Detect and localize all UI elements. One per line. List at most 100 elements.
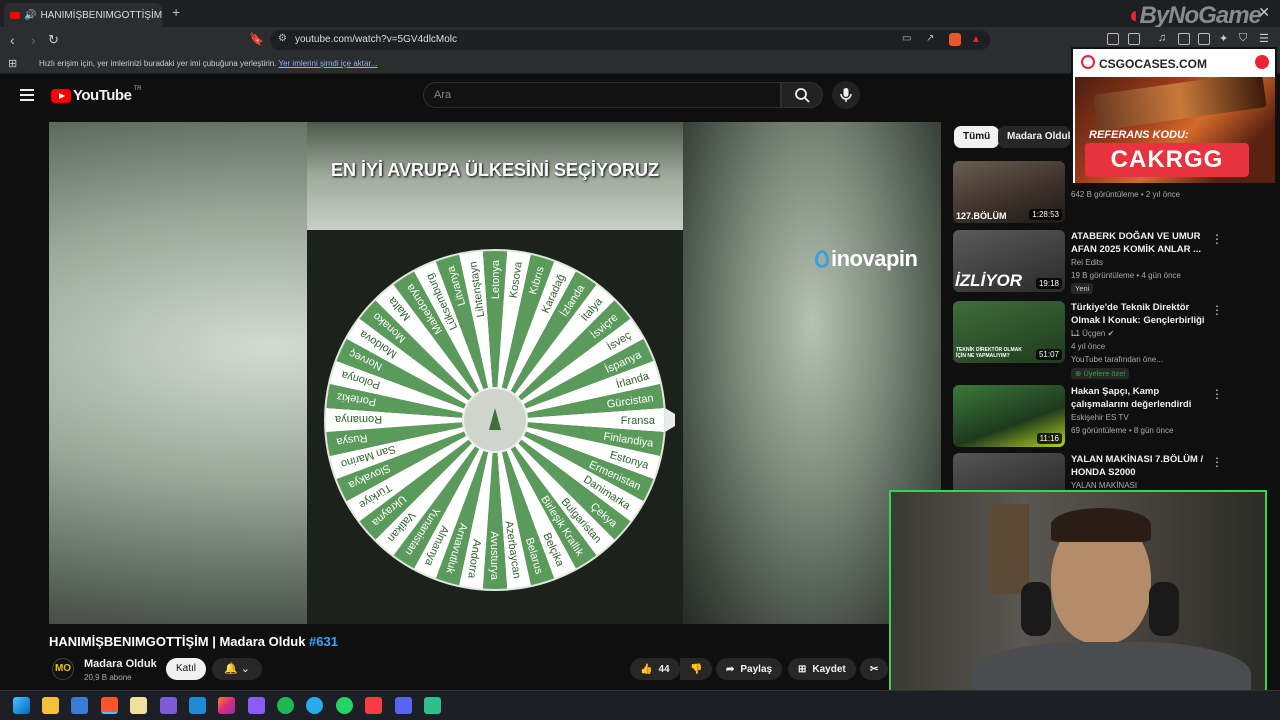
share-page-icon[interactable]: ↗ (926, 33, 934, 44)
menu-icon[interactable]: ☰ (1259, 32, 1269, 45)
rec-channel[interactable]: L1 Üçgen ✔ (1071, 329, 1114, 338)
rec-thumbnail[interactable]: İZLİYOR 19:18 (953, 230, 1065, 292)
wheel-label: Romanya (334, 413, 382, 425)
like-button[interactable]: 👍 44 (630, 658, 680, 680)
chat-app-icon[interactable] (424, 697, 441, 714)
rec-thumbnail[interactable]: 11:16 (953, 385, 1065, 447)
rec-thumbnail[interactable]: 127.BÖLÜM 1:28:53 (953, 161, 1065, 223)
chip-all[interactable]: Tümü (954, 126, 1000, 148)
video-player[interactable]: EN İYİ AVRUPA ÜLKESİNİ SEÇİYORUZ Fransa F… (49, 122, 941, 624)
video-overlay-title: EN İYİ AVRUPA ÜLKESİNİ SEÇİYORUZ (330, 160, 660, 180)
brave-browser-icon[interactable] (101, 697, 118, 714)
rec-thumbnail[interactable]: TEKNİK DİREKTÖR OLMAK İÇİN NE YAPMALIYIM… (953, 301, 1065, 363)
dislike-button[interactable]: 👎 (680, 658, 712, 680)
subscriber-count: 20,9 B abone (84, 673, 132, 682)
visual-studio-icon[interactable] (160, 697, 177, 714)
url-field[interactable]: ⚙ youtube.com/watch?v=5GV4dlcMolc ▭ ↗ ▲ (270, 30, 990, 50)
extensions-icon[interactable] (1107, 33, 1119, 45)
more-options-icon[interactable]: ⋮ (1211, 303, 1223, 317)
sidebar-toggle-icon[interactable] (1178, 33, 1190, 45)
reload-icon[interactable]: ↻ (48, 32, 59, 48)
hamburger-menu-icon[interactable] (20, 89, 34, 101)
channel-name[interactable]: Madara Olduk (84, 658, 157, 670)
window-close-button[interactable]: ✕ (1258, 4, 1270, 21)
forward-icon[interactable]: › (31, 32, 36, 48)
join-button[interactable]: Katıl (166, 658, 206, 680)
video-hashtag[interactable]: #631 (309, 634, 338, 649)
ad-referral-code: CAKRGG (1085, 143, 1249, 177)
telegram-icon[interactable] (306, 697, 323, 714)
clip-button[interactable]: ✂ (860, 658, 888, 680)
apps-grid-icon[interactable]: ⊞ (8, 57, 17, 70)
import-bookmarks-link[interactable]: Yer imlerini şimdi içe aktar... (278, 59, 377, 68)
new-badge: Yeni (1071, 283, 1094, 294)
leo-ai-icon[interactable]: ✦ (1219, 32, 1228, 45)
pen-app-icon[interactable] (248, 697, 265, 714)
ad-brand: CSGOCASES.COM (1099, 57, 1208, 71)
more-options-icon[interactable]: ⋮ (1211, 232, 1223, 246)
rec-channel[interactable]: YALAN MAKİNASI (1071, 481, 1137, 490)
wheel-label: Letonya (490, 259, 502, 299)
webcam-person-hair (1051, 508, 1151, 542)
youtube-logo[interactable]: YouTube TR (51, 86, 141, 104)
search-button[interactable] (781, 82, 823, 108)
back-icon[interactable]: ‹ (10, 32, 15, 48)
save-playlist-icon: ⊞ (798, 663, 807, 675)
vpn-icon[interactable] (1198, 33, 1210, 45)
rec-duration: 51:07 (1035, 349, 1062, 360)
ad-weapon-art (1093, 77, 1267, 131)
spotify-icon[interactable] (277, 697, 294, 714)
scissors-icon: ✂ (870, 663, 879, 675)
rec-title[interactable]: ATABERK DOĞAN VE UMUR AFAN 2025 KOMİK AN… (1071, 230, 1211, 256)
shield-icon[interactable]: ⛉ (1239, 32, 1247, 45)
rec-thumb-caption: 127.BÖLÜM (956, 211, 1007, 221)
recommendation-4[interactable]: 11:16 Hakan Şapçı, Kamp çalışmalarını de… (953, 385, 1278, 447)
rec-duration: 1:28:53 (1029, 209, 1062, 220)
recommendation-2[interactable]: İZLİYOR 19:18 ATABERK DOĞAN VE UMUR AFAN… (953, 230, 1278, 294)
share-button[interactable]: ➦ Paylaş (716, 658, 783, 680)
discord-icon[interactable] (395, 697, 412, 714)
browser-tab-active[interactable]: 🔊 HANIMİŞBENIMGOTTİŞİM | M ✕ (4, 3, 162, 27)
apple-music-icon[interactable] (365, 697, 382, 714)
rec-title[interactable]: Hakan Şapçı, Kamp çalışmalarını değerlen… (1071, 385, 1211, 411)
rec-channel[interactable]: Rei Edits (1071, 258, 1103, 267)
ad-code-label: REFERANS KODU: (1089, 129, 1189, 141)
like-count: 44 (658, 663, 670, 675)
rec-channel[interactable]: Eskişehir ES TV (1071, 413, 1129, 422)
more-options-icon[interactable]: ⋮ (1211, 455, 1223, 469)
save-button[interactable]: ⊞ Kaydet (788, 658, 856, 680)
paint-icon[interactable] (130, 697, 147, 714)
rec-meta-2: YouTube tarafından öne... (1071, 355, 1163, 364)
file-explorer-icon[interactable] (42, 697, 59, 714)
site-info-icon[interactable]: ⚙ (278, 33, 287, 44)
instagram-icon[interactable] (218, 697, 235, 714)
music-icon[interactable]: ♫ (1158, 32, 1166, 44)
bookmark-icon[interactable]: 🔖 (249, 32, 264, 46)
new-tab-button[interactable]: + (172, 4, 180, 20)
brave-rewards-icon[interactable]: ▲ (971, 34, 981, 45)
recommendation-3[interactable]: TEKNİK DİREKTÖR OLMAK İÇİN NE YAPMALIYIM… (953, 301, 1278, 379)
wallet-icon[interactable] (1128, 33, 1140, 45)
search-input[interactable]: Ara (423, 82, 781, 108)
channel-avatar[interactable]: MO (52, 658, 74, 680)
chip-channel[interactable]: Madara Olduk (998, 126, 1070, 148)
brave-shield-icon[interactable] (949, 33, 961, 46)
bookmarks-prompt: Hızlı erişim için, yer imlerinizi burada… (39, 59, 277, 68)
rec-meta: 4 yıl önce (1071, 342, 1106, 351)
whatsapp-icon[interactable] (336, 697, 353, 714)
rec-thumb-caption: TEKNİK DİREKTÖR OLMAK İÇİN NE YAPMALIYIM… (956, 347, 1022, 359)
webcam-overlay (889, 490, 1267, 714)
desktop-app-icon[interactable] (71, 697, 88, 714)
rec-title[interactable]: YALAN MAKİNASI 7.BÖLÜM / HONDA S2000 (1071, 453, 1211, 479)
video-title-text: HANIMİŞBENIMGOTTİŞİM | Madara Olduk (49, 634, 310, 649)
start-menu-icon[interactable] (13, 697, 30, 714)
screen-cast-icon[interactable]: ▭ (902, 33, 911, 44)
share-label: Paylaş (740, 663, 773, 675)
more-options-icon[interactable]: ⋮ (1211, 387, 1223, 401)
voice-search-button[interactable] (832, 81, 860, 109)
members-only-label: Üyelere özel (1083, 369, 1126, 378)
members-only-badge: ⊕ Üyelere özel (1071, 368, 1130, 379)
notification-bell-button[interactable]: 🔔 ⌄ (212, 658, 262, 680)
video-frame: EN İYİ AVRUPA ÜLKESİNİ SEÇİYORUZ Fransa F… (307, 122, 683, 624)
vscode-icon[interactable] (189, 697, 206, 714)
